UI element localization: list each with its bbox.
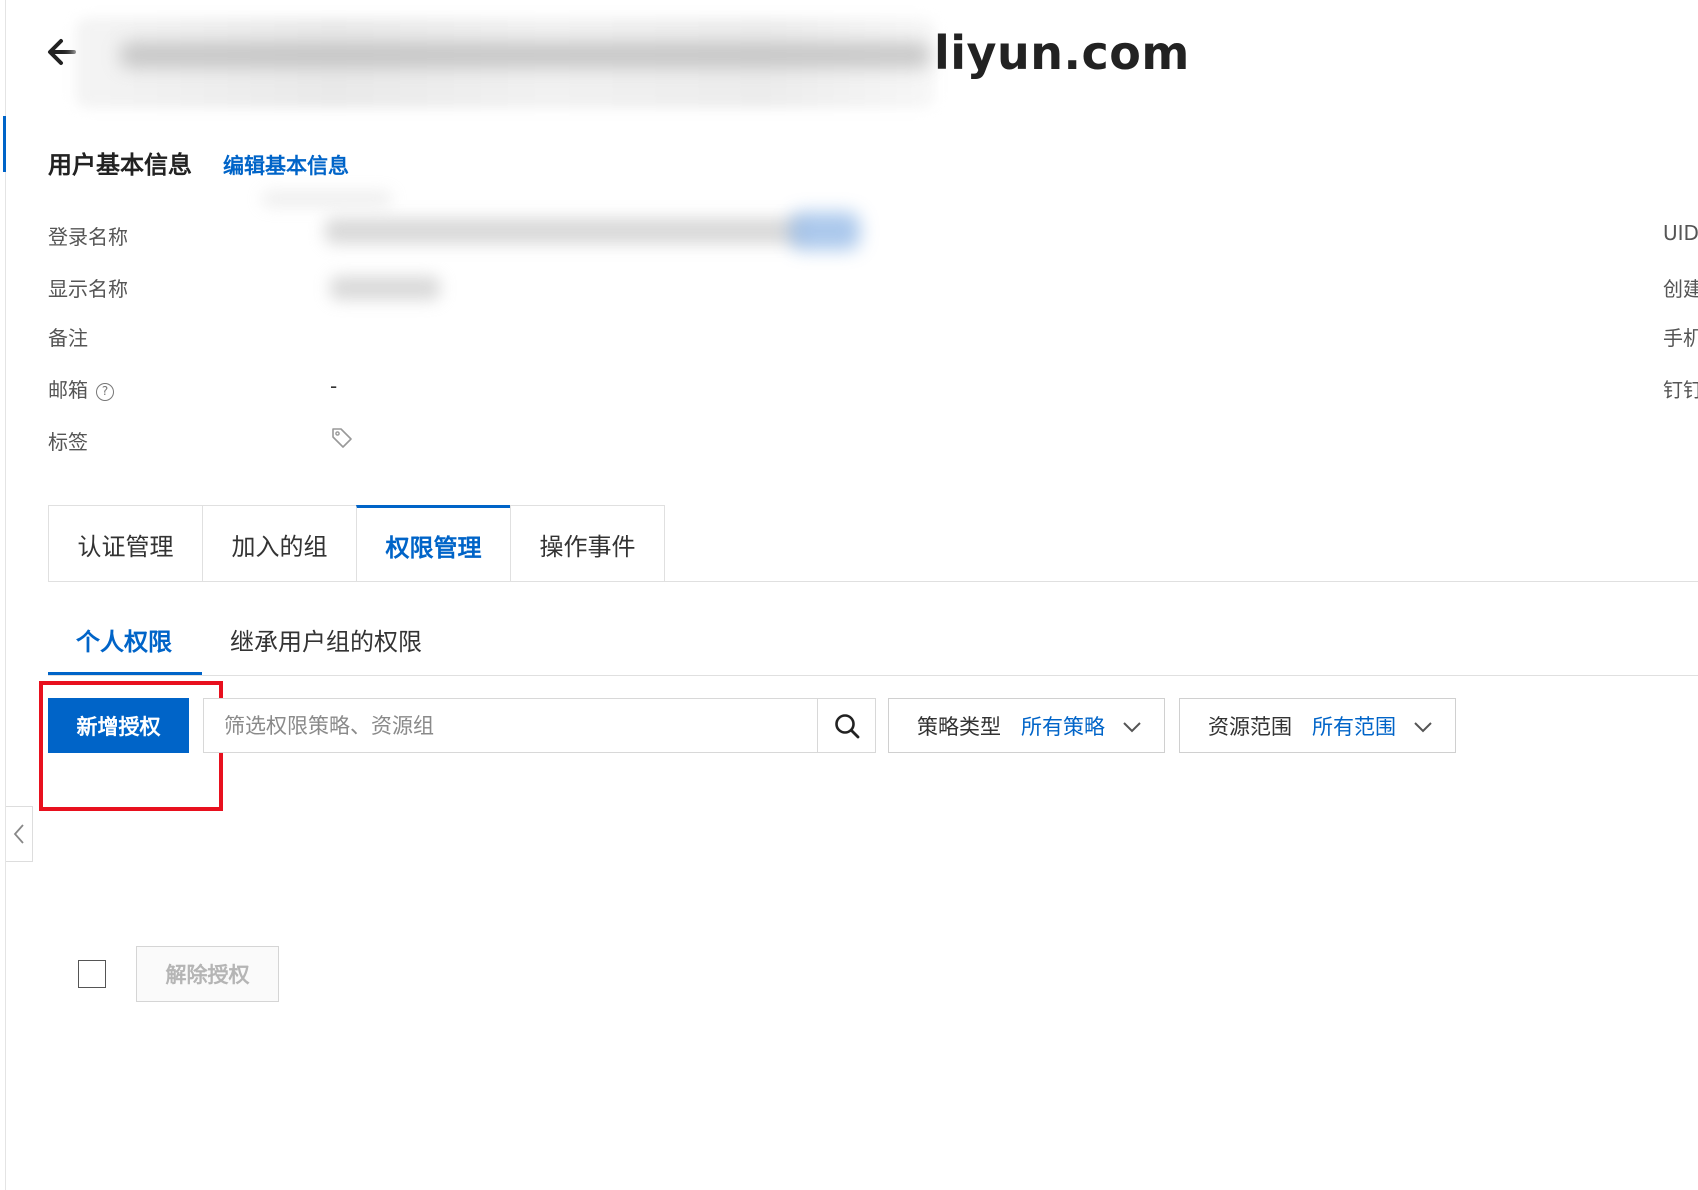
remove-authorization-button[interactable]: 解除授权: [136, 946, 279, 1002]
tag-icon[interactable]: [330, 426, 354, 450]
created-label: 创建: [1663, 277, 1698, 301]
resource-scope-select[interactable]: 资源范围 所有范围: [1179, 698, 1456, 753]
search-icon: [834, 713, 859, 738]
chevron-down-icon: [1414, 722, 1432, 733]
tabs-divider: [48, 581, 1698, 582]
login-name-label: 登录名称: [48, 225, 128, 249]
phone-label: 手机: [1663, 326, 1698, 350]
redacted-login-name-top: [262, 192, 392, 206]
help-icon[interactable]: ?: [96, 383, 114, 401]
page-title: liyun.com: [934, 26, 1190, 80]
tab-operation-events[interactable]: 操作事件: [510, 505, 665, 582]
tags-label: 标签: [48, 430, 88, 454]
redacted-display-name: [330, 276, 440, 300]
tab-joined-groups[interactable]: 加入的组: [202, 505, 357, 582]
policy-type-value: 所有策略: [1021, 714, 1105, 739]
remark-label: 备注: [48, 326, 88, 350]
display-name-label: 显示名称: [48, 277, 128, 301]
left-rail: [5, 0, 6, 1190]
search-button[interactable]: [817, 699, 875, 752]
subtab-personal-permissions[interactable]: 个人权限: [76, 622, 172, 657]
policy-search: [203, 698, 876, 753]
chevron-left-icon: [13, 824, 24, 844]
tab-permission-management[interactable]: 权限管理: [356, 505, 511, 582]
chevron-down-icon: [1123, 722, 1141, 733]
email-label-text: 邮箱: [48, 378, 88, 402]
subtab-active-indicator: [48, 672, 202, 675]
policy-type-select[interactable]: 策略类型 所有策略: [888, 698, 1165, 753]
resource-scope-value: 所有范围: [1312, 714, 1396, 739]
dingtalk-label: 钉钉: [1663, 378, 1698, 402]
redacted-title-text: [120, 42, 930, 68]
redacted-login-name-copy: [790, 212, 860, 250]
tab-auth-management[interactable]: 认证管理: [48, 505, 203, 582]
resource-scope-label: 资源范围: [1208, 714, 1292, 739]
email-label: 邮箱?: [48, 374, 114, 403]
edit-basic-info-link[interactable]: 编辑基本信息: [223, 150, 349, 180]
uid-label: UID: [1663, 221, 1698, 245]
redacted-login-name: [325, 218, 805, 244]
add-authorization-button[interactable]: 新增授权: [48, 698, 189, 753]
policy-type-label: 策略类型: [917, 714, 1001, 739]
page-header: liyun.com: [0, 0, 1698, 110]
basic-info-title: 用户基本信息: [48, 151, 192, 179]
left-rail-accent: [3, 116, 6, 172]
email-value: -: [330, 374, 338, 398]
sidebar-collapse-handle[interactable]: [6, 806, 33, 862]
subtabs-divider: [48, 675, 1698, 676]
policy-search-input[interactable]: [204, 699, 819, 752]
select-all-checkbox[interactable]: [78, 960, 106, 988]
subtab-inherited-group-permissions[interactable]: 继承用户组的权限: [230, 622, 422, 657]
